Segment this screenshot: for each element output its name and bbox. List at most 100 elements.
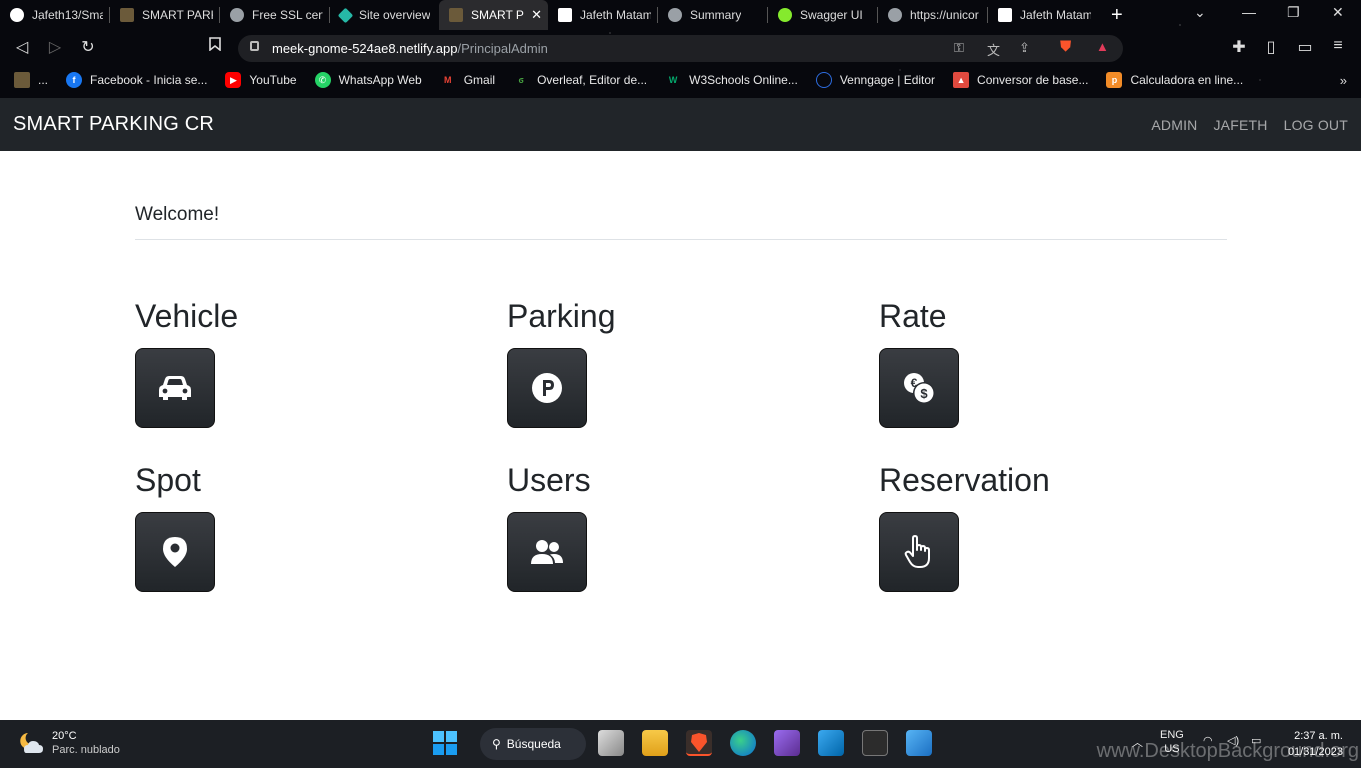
brand-title[interactable]: SMART PARKING CR bbox=[13, 113, 214, 136]
whatsapp-icon: ✆ bbox=[314, 72, 331, 88]
close-tab-icon[interactable]: ✕ bbox=[531, 7, 542, 23]
new-tab-button[interactable]: + bbox=[1111, 4, 1123, 27]
weather-widget[interactable]: 20°C Parc. nublado bbox=[18, 729, 120, 757]
reload-icon[interactable]: ↻ bbox=[78, 37, 98, 57]
tab-label: Summary bbox=[690, 8, 742, 22]
tab-label: Swagger UI bbox=[800, 8, 863, 22]
bookmark-icon[interactable] bbox=[205, 37, 225, 56]
tab-smart-parking[interactable]: SMART PARKI bbox=[110, 0, 219, 30]
windows-start-icon[interactable] bbox=[432, 730, 458, 756]
tab-jafeth-matamoros-2[interactable]: Jafeth Matam bbox=[988, 0, 1097, 30]
tab-search-icon[interactable]: ⌄ bbox=[1194, 4, 1206, 21]
taskbar-search[interactable]: ⚲ Búsqueda bbox=[480, 728, 586, 760]
extensions-icon[interactable]: ✚ bbox=[1229, 37, 1249, 57]
bookmark-whatsapp[interactable]: ✆ WhatsApp Web bbox=[314, 72, 422, 88]
bookmark-label: Facebook - Inicia se... bbox=[90, 73, 208, 87]
task-view-icon[interactable] bbox=[598, 730, 624, 756]
tab-label: Jafeth13/Sma bbox=[32, 8, 103, 22]
bookmark-gmail[interactable]: M Gmail bbox=[440, 72, 495, 88]
bookmark-label: Gmail bbox=[463, 73, 496, 87]
tab-label: SMART PARKI bbox=[142, 8, 213, 22]
bookmark-youtube[interactable]: ▶ YouTube bbox=[225, 72, 297, 88]
visual-studio-icon[interactable] bbox=[774, 730, 800, 756]
divider bbox=[135, 239, 1227, 240]
bookmark-w3schools[interactable]: W W3Schools Online... bbox=[665, 72, 798, 88]
share-icon[interactable]: ⇪ bbox=[1019, 40, 1030, 56]
url-path: /PrincipalAdmin bbox=[457, 41, 548, 56]
welcome-heading: Welcome! bbox=[135, 204, 220, 225]
github-icon bbox=[10, 8, 24, 22]
nav-admin[interactable]: ADMIN bbox=[1151, 117, 1197, 133]
swagger-icon bbox=[778, 8, 792, 22]
globe-icon bbox=[668, 8, 682, 22]
card-vehicle: Vehicle bbox=[135, 298, 435, 428]
tab-jafeth-matamoros[interactable]: Jafeth Matam bbox=[548, 0, 657, 30]
location-pin-icon bbox=[163, 537, 187, 567]
address-bar[interactable]: meek-gnome-524ae8.netlify.app/PrincipalA… bbox=[238, 35, 1123, 62]
back-icon[interactable]: ◁ bbox=[12, 37, 32, 57]
reservation-button[interactable] bbox=[879, 512, 959, 592]
translate-icon[interactable]: 文 bbox=[987, 40, 1000, 59]
taskbar: 20°C Parc. nublado ⚲ Búsqueda ︿ ENG US ◠… bbox=[0, 720, 1361, 768]
gmail-icon: M bbox=[443, 75, 452, 85]
card-title: Reservation bbox=[879, 462, 1050, 498]
svg-text:$: $ bbox=[920, 386, 928, 401]
more-bookmarks-icon[interactable]: » bbox=[1340, 73, 1347, 88]
photos-icon[interactable] bbox=[906, 730, 932, 756]
card-spot: Spot bbox=[135, 462, 435, 592]
calculator-icon: p bbox=[1106, 72, 1123, 88]
users-button[interactable] bbox=[507, 512, 587, 592]
partly-cloudy-icon bbox=[20, 733, 43, 753]
bookmark-0[interactable]: ... bbox=[14, 72, 48, 88]
bookmark-overleaf[interactable]: ϭ Overleaf, Editor de... bbox=[513, 72, 647, 88]
bookmark-calculadora[interactable]: p Calculadora en line... bbox=[1106, 72, 1243, 88]
bookmark-venngage[interactable]: Venngage | Editor bbox=[815, 72, 936, 88]
tab-label: Free SSL certi bbox=[252, 8, 323, 22]
brave-browser-icon[interactable] bbox=[686, 730, 712, 756]
bookmark-label: YouTube bbox=[249, 73, 297, 87]
menu-icon[interactable]: ≡ bbox=[1328, 37, 1348, 55]
sidebar-icon[interactable]: ▯ bbox=[1261, 37, 1281, 57]
tab-label: https://unicor bbox=[910, 8, 979, 22]
card-title: Rate bbox=[879, 298, 947, 334]
brave-rewards-icon[interactable]: ▲ bbox=[1096, 39, 1109, 54]
key-icon[interactable]: ⚿ bbox=[954, 40, 964, 56]
car-icon bbox=[159, 376, 191, 400]
terminal-icon[interactable] bbox=[862, 730, 888, 756]
browser-chrome: Jafeth13/Sma SMART PARKI Free SSL certi … bbox=[0, 0, 1361, 98]
brave-shield-icon[interactable]: ⛊ bbox=[1060, 38, 1071, 55]
tab-free-ssl[interactable]: Free SSL certi bbox=[220, 0, 329, 30]
tab-label: Jafeth Matam bbox=[580, 8, 651, 22]
close-window-icon[interactable]: ✕ bbox=[1332, 4, 1344, 21]
nav-jafeth[interactable]: JAFETH bbox=[1213, 117, 1267, 133]
netlify-icon bbox=[337, 7, 354, 23]
tab-site-overview[interactable]: Site overview bbox=[330, 0, 439, 30]
spot-button[interactable] bbox=[135, 512, 215, 592]
bookmark-facebook[interactable]: f Facebook - Inicia se... bbox=[66, 72, 207, 88]
tab-unicorn[interactable]: https://unicor bbox=[878, 0, 987, 30]
restore-icon[interactable]: ❐ bbox=[1287, 4, 1300, 21]
card-rate: Rate € $ bbox=[879, 298, 1179, 428]
edge-icon[interactable] bbox=[730, 730, 756, 756]
bookmark-label: W3Schools Online... bbox=[689, 73, 798, 87]
nav-logout[interactable]: LOG OUT bbox=[1284, 117, 1348, 133]
tab-github[interactable]: Jafeth13/Sma bbox=[0, 0, 109, 30]
wallet-icon[interactable]: ▭ bbox=[1295, 37, 1315, 57]
forward-icon[interactable]: ▷ bbox=[45, 37, 65, 57]
file-explorer-icon[interactable] bbox=[642, 730, 668, 756]
bookmark-conversor[interactable]: ▲ Conversor de base... bbox=[953, 72, 1088, 88]
hand-pointer-icon bbox=[904, 535, 930, 568]
tab-swagger[interactable]: Swagger UI bbox=[768, 0, 877, 30]
vehicle-button[interactable] bbox=[135, 348, 215, 428]
parking-button[interactable] bbox=[507, 348, 587, 428]
bookmark-label: Venngage | Editor bbox=[839, 73, 936, 87]
conversor-icon: ▲ bbox=[953, 72, 970, 88]
tab-smart-parking-active[interactable]: SMART P ✕ bbox=[439, 0, 548, 30]
lock-icon bbox=[250, 41, 259, 51]
vscode-icon[interactable] bbox=[818, 730, 844, 756]
tab-summary[interactable]: Summary bbox=[658, 0, 767, 30]
rate-button[interactable]: € $ bbox=[879, 348, 959, 428]
minimize-icon[interactable]: — bbox=[1242, 4, 1256, 20]
bookmark-label: Overleaf, Editor de... bbox=[537, 73, 648, 87]
parking-thumb-icon bbox=[449, 8, 463, 22]
